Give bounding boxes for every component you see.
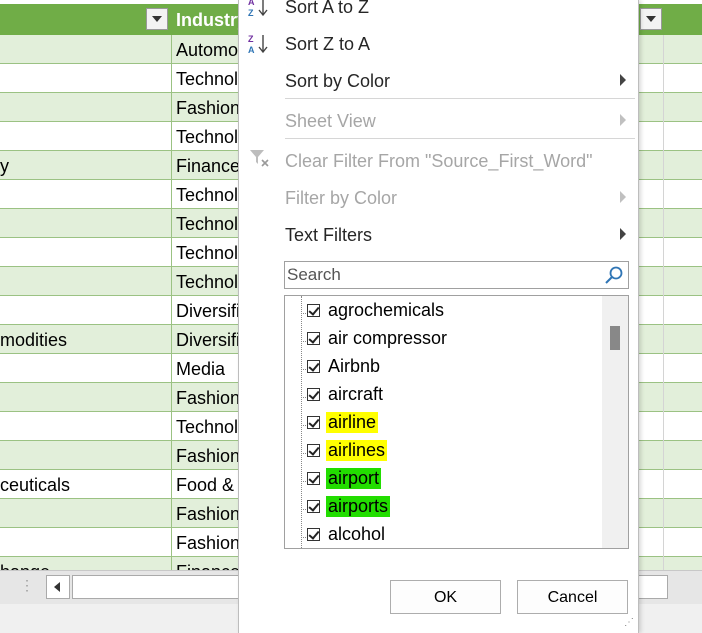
- sort-ascending-icon: A Z: [248, 0, 268, 18]
- checkbox[interactable]: [307, 500, 320, 513]
- list-item[interactable]: airport: [285, 467, 595, 493]
- list-item[interactable]: airports: [285, 495, 595, 521]
- checkbox[interactable]: [307, 416, 320, 429]
- list-item[interactable]: airlines: [285, 439, 595, 465]
- cell-source[interactable]: [0, 528, 172, 556]
- cell-source[interactable]: [0, 296, 172, 324]
- cell-source[interactable]: [0, 122, 172, 150]
- menu-item-sheet-view[interactable]: Sheet View: [285, 111, 376, 132]
- menu-item-sort-z-to-a[interactable]: Sort Z to A: [285, 34, 370, 55]
- cell-source[interactable]: [0, 209, 172, 237]
- submenu-arrow-icon: [620, 191, 626, 203]
- list-item-label: alcohol: [328, 524, 386, 544]
- checkbox[interactable]: [307, 528, 320, 541]
- list-item-label: airport: [326, 468, 382, 489]
- list-item-label: airlines: [326, 440, 388, 461]
- sheet-tab-split-handle[interactable]: ⋮: [20, 577, 35, 594]
- clear-filter-icon: [250, 150, 269, 167]
- menu-separator: [285, 98, 635, 99]
- menu-item-text-filters[interactable]: Text Filters: [285, 225, 372, 246]
- cancel-button[interactable]: Cancel: [517, 580, 628, 614]
- checkbox[interactable]: [307, 444, 320, 457]
- checkbox[interactable]: [307, 332, 320, 345]
- cell-source[interactable]: [0, 499, 172, 527]
- svg-text:A: A: [248, 45, 255, 55]
- resize-grip-icon[interactable]: ⋰: [624, 617, 635, 628]
- list-item-label: agrochemicals: [328, 300, 445, 320]
- svg-text:Z: Z: [248, 34, 254, 44]
- cell-source[interactable]: ceuticals: [0, 470, 172, 498]
- list-vertical-scrollbar[interactable]: [602, 296, 628, 548]
- menu-separator: [285, 138, 635, 139]
- cell-source[interactable]: [0, 354, 172, 382]
- menu-item-filter-by-color[interactable]: Filter by Color: [285, 188, 397, 209]
- cell-source[interactable]: [0, 35, 172, 63]
- cell-source[interactable]: [0, 383, 172, 411]
- list-item-label: airports: [326, 496, 391, 517]
- list-item-label: airline: [326, 412, 379, 433]
- sort-descending-icon: Z A: [248, 34, 268, 55]
- checkbox[interactable]: [307, 360, 320, 373]
- checkbox[interactable]: [307, 388, 320, 401]
- autofilter-dropdown-menu: A Z Sort A to Z Z A Sort Z to A Sort by …: [238, 0, 639, 633]
- scroll-left-button[interactable]: [46, 575, 70, 599]
- search-placeholder: Search: [287, 265, 341, 284]
- ok-button[interactable]: OK: [390, 580, 501, 614]
- filter-dropdown-industry[interactable]: [640, 8, 662, 30]
- list-item[interactable]: aircraft: [285, 383, 595, 409]
- cell-source[interactable]: [0, 64, 172, 92]
- list-item[interactable]: agrochemicals: [285, 299, 595, 325]
- list-item[interactable]: Airbnb: [285, 355, 595, 381]
- cell-source[interactable]: [0, 93, 172, 121]
- cell-source[interactable]: [0, 238, 172, 266]
- scrollbar-thumb[interactable]: [610, 326, 620, 350]
- menu-item-sort-by-color[interactable]: Sort by Color: [285, 71, 390, 92]
- checkbox[interactable]: [307, 472, 320, 485]
- submenu-arrow-icon: [620, 228, 626, 240]
- svg-text:Z: Z: [248, 8, 254, 18]
- list-item-label: Airbnb: [328, 356, 381, 376]
- checkbox[interactable]: [307, 304, 320, 317]
- cell-source[interactable]: y: [0, 151, 172, 179]
- menu-item-clear-filter[interactable]: Clear Filter From "Source_First_Word": [285, 151, 593, 172]
- list-item[interactable]: alcohol: [285, 523, 595, 548]
- cell-source[interactable]: modities: [0, 325, 172, 353]
- submenu-arrow-icon: [620, 114, 626, 126]
- filter-value-list: agrochemicals air compressor Airbnb aircraf…: [284, 295, 629, 549]
- cell-source[interactable]: [0, 180, 172, 208]
- column-gridline: [663, 35, 664, 575]
- cell-source[interactable]: [0, 412, 172, 440]
- list-item-label: aircraft: [328, 384, 384, 404]
- svg-text:A: A: [248, 0, 255, 7]
- submenu-arrow-icon: [620, 74, 626, 86]
- cell-source[interactable]: [0, 441, 172, 469]
- menu-item-sort-a-to-z[interactable]: Sort A to Z: [285, 0, 369, 18]
- list-item[interactable]: airline: [285, 411, 595, 437]
- cell-source[interactable]: [0, 267, 172, 295]
- list-item[interactable]: air compressor: [285, 327, 595, 353]
- search-icon: [605, 266, 623, 284]
- filter-dropdown-source[interactable]: [146, 8, 168, 30]
- list-item-label: air compressor: [328, 328, 448, 348]
- filter-search-input[interactable]: Search: [284, 261, 629, 289]
